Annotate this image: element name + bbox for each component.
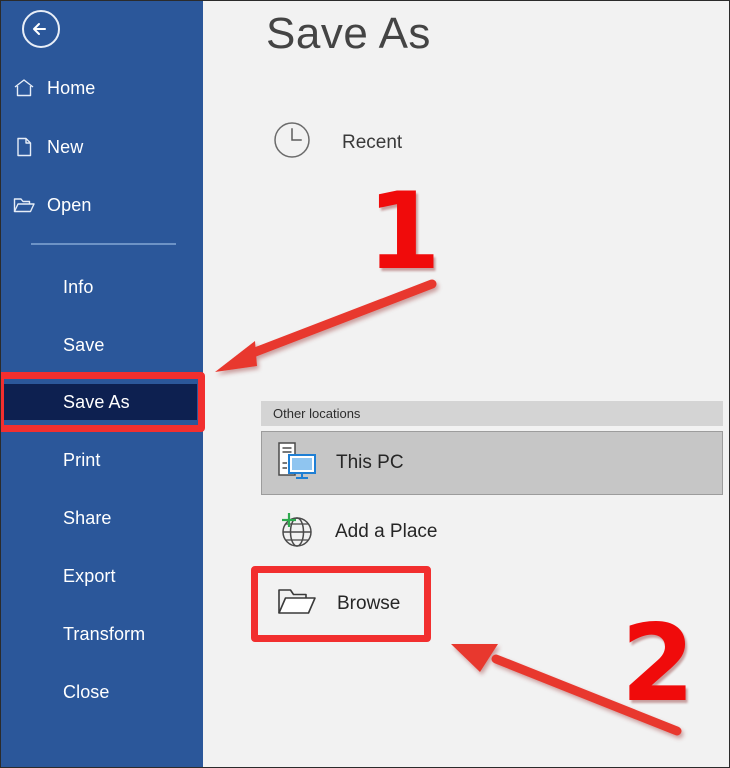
sidebar-item-save-as[interactable]: Save As — [1, 384, 197, 420]
location-label: This PC — [336, 452, 404, 473]
back-button[interactable] — [22, 10, 60, 48]
this-pc-icon — [274, 439, 320, 488]
sidebar-item-label: Save — [63, 334, 105, 355]
home-icon — [1, 77, 47, 99]
folder-open-icon — [1, 194, 47, 216]
sidebar-item-home[interactable]: Home — [1, 69, 203, 107]
sidebar-item-label: Save As — [63, 391, 130, 412]
location-label: Browse — [337, 593, 401, 614]
sidebar-item-info[interactable]: Info — [1, 269, 203, 305]
folder-icon — [275, 582, 319, 627]
sidebar-item-save[interactable]: Save — [1, 327, 203, 363]
sidebar-item-label: Export — [63, 565, 116, 586]
sidebar-item-label: Open — [47, 194, 92, 215]
sidebar-item-label: New — [47, 136, 84, 157]
backstage-sidebar: Home New Open Info Save Save As Print Sh… — [1, 1, 203, 767]
recent-label: Recent — [342, 131, 403, 153]
location-row-this-pc[interactable]: This PC — [261, 431, 723, 495]
recent-location-row[interactable]: Recent — [271, 119, 402, 166]
sidebar-item-open[interactable]: Open — [1, 186, 203, 224]
sidebar-item-label: Share — [63, 507, 112, 528]
sidebar-item-print[interactable]: Print — [1, 442, 203, 478]
location-row-browse[interactable]: Browse — [261, 575, 431, 633]
sidebar-item-share[interactable]: Share — [1, 500, 203, 536]
backstage-content-pane: Save As Recent Other locations This PC A… — [203, 1, 729, 767]
sidebar-item-label: Print — [63, 449, 101, 470]
back-arrow-icon — [33, 23, 46, 35]
sidebar-item-export[interactable]: Export — [1, 558, 203, 594]
clock-icon — [271, 119, 313, 166]
sidebar-item-close[interactable]: Close — [1, 674, 203, 710]
document-icon — [1, 136, 47, 158]
sidebar-item-label: Home — [47, 77, 96, 98]
sidebar-item-new[interactable]: New — [1, 128, 203, 166]
globe-plus-icon — [273, 508, 319, 557]
location-label: Add a Place — [335, 521, 438, 542]
other-locations-header: Other locations — [261, 401, 723, 426]
sidebar-item-label: Transform — [63, 623, 146, 644]
sidebar-divider — [31, 243, 176, 245]
other-locations-label: Other locations — [273, 406, 361, 421]
sidebar-item-transform[interactable]: Transform — [1, 616, 203, 652]
location-row-add-a-place[interactable]: Add a Place — [261, 503, 723, 561]
sidebar-item-label: Close — [63, 681, 110, 702]
sidebar-item-label: Info — [63, 276, 94, 297]
save-as-backstage-screen: Home New Open Info Save Save As Print Sh… — [0, 0, 730, 768]
page-title: Save As — [266, 9, 431, 58]
